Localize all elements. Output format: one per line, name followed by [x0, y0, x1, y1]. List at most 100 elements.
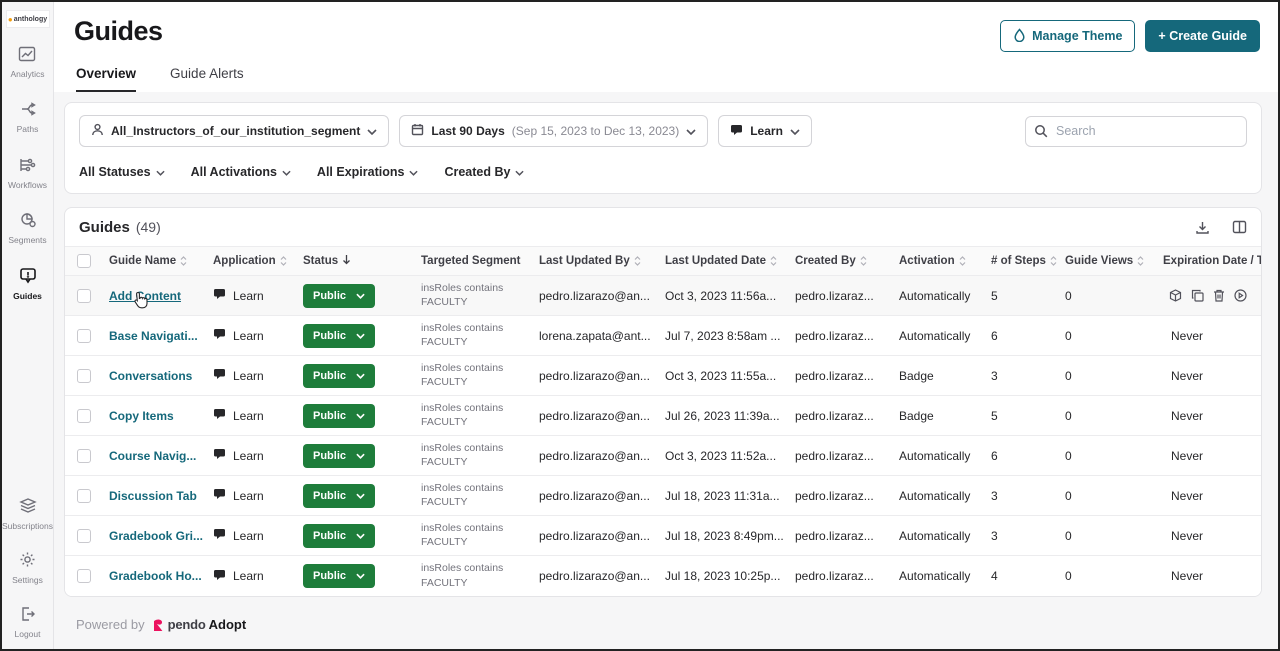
- status-dropdown[interactable]: Public: [303, 404, 375, 428]
- sort-icon: [959, 256, 966, 266]
- app-learn-icon: [213, 408, 226, 423]
- guide-views-cell: 0: [1059, 329, 1157, 343]
- trash-icon[interactable]: [1213, 289, 1225, 302]
- sidebar-item-paths[interactable]: Paths: [17, 101, 39, 134]
- table-row: Discussion Tab Learn Public insRoles con…: [65, 476, 1261, 516]
- guide-name-link[interactable]: Gradebook Gri...: [109, 529, 203, 543]
- guide-name-link[interactable]: Base Navigati...: [109, 329, 198, 343]
- col-header-status[interactable]: Status: [297, 254, 415, 268]
- col-header-last-updated-date[interactable]: Last Updated Date: [659, 255, 789, 267]
- steps-cell: 6: [985, 449, 1059, 463]
- app-learn-icon: [730, 124, 743, 139]
- sidebar-item-workflows[interactable]: Workflows: [8, 157, 47, 190]
- row-checkbox[interactable]: [77, 569, 91, 583]
- status-dropdown[interactable]: Public: [303, 324, 375, 348]
- last-updated-date-cell: Jul 18, 2023 10:25p...: [659, 569, 789, 583]
- sidebar-item-subscriptions[interactable]: Subscriptions: [2, 497, 53, 531]
- date-range-dropdown[interactable]: Last 90 Days (Sep 15, 2023 to Dec 13, 20…: [399, 115, 708, 147]
- guide-views-cell: 0: [1059, 369, 1157, 383]
- col-header-guide-views[interactable]: Guide Views: [1059, 255, 1157, 267]
- activation-cell: Automatically: [893, 329, 985, 343]
- status-dropdown[interactable]: Public: [303, 484, 375, 508]
- expiration-cell: Never: [1157, 489, 1261, 503]
- play-circle-icon[interactable]: [1234, 289, 1247, 302]
- last-updated-by-cell: pedro.lizarazo@an...: [533, 369, 659, 383]
- col-header-application[interactable]: Application: [207, 255, 297, 267]
- created-by-cell: pedro.lizaraz...: [789, 449, 893, 463]
- targeted-segment-cell: insRoles containsFACULTY: [415, 362, 533, 389]
- app-learn-icon: [213, 328, 226, 343]
- expirations-filter-dropdown[interactable]: All Expirations: [317, 165, 419, 179]
- tab-guide-alerts[interactable]: Guide Alerts: [170, 66, 244, 92]
- app-learn-icon: [213, 448, 226, 463]
- row-checkbox[interactable]: [77, 329, 91, 343]
- create-guide-button[interactable]: + Create Guide: [1145, 20, 1260, 52]
- guide-name-link[interactable]: Copy Items: [109, 409, 174, 423]
- powered-by-text: Powered by: [76, 617, 145, 632]
- sort-icon: [1137, 256, 1144, 266]
- guide-name-link[interactable]: Gradebook Ho...: [109, 569, 202, 583]
- search-icon: [1034, 124, 1048, 143]
- download-icon[interactable]: [1195, 220, 1210, 235]
- col-header-last-updated-by[interactable]: Last Updated By: [533, 255, 659, 267]
- segment-filter-dropdown[interactable]: All_Instructors_of_our_institution_segme…: [79, 115, 389, 147]
- tab-overview[interactable]: Overview: [76, 66, 136, 92]
- app-filter-dropdown[interactable]: Learn: [718, 115, 812, 147]
- status-dropdown[interactable]: Public: [303, 284, 375, 308]
- sort-icon: [1050, 256, 1057, 266]
- guide-name-link[interactable]: Discussion Tab: [109, 489, 197, 503]
- last-updated-by-cell: pedro.lizarazo@an...: [533, 569, 659, 583]
- status-dropdown[interactable]: Public: [303, 444, 375, 468]
- content-area: All_Instructors_of_our_institution_segme…: [54, 92, 1278, 649]
- row-checkbox[interactable]: [77, 289, 91, 303]
- manage-theme-button[interactable]: Manage Theme: [1000, 20, 1135, 52]
- statuses-filter-dropdown[interactable]: All Statuses: [79, 165, 165, 179]
- chevron-down-icon: [156, 165, 165, 179]
- select-all-checkbox[interactable]: [77, 254, 91, 268]
- col-header-expiration[interactable]: Expiration Date / T: [1157, 255, 1261, 267]
- guide-name-link[interactable]: Add Content: [109, 289, 181, 303]
- sidebar-item-analytics[interactable]: Analytics: [10, 46, 44, 79]
- search-input[interactable]: [1025, 116, 1247, 147]
- col-header-created-by[interactable]: Created By: [789, 255, 893, 267]
- created-by-cell: pedro.lizaraz...: [789, 289, 893, 303]
- sidebar-item-segments[interactable]: Segments: [8, 212, 46, 245]
- activations-filter-dropdown[interactable]: All Activations: [191, 165, 291, 179]
- row-checkbox[interactable]: [77, 529, 91, 543]
- package-icon[interactable]: [1169, 289, 1182, 302]
- chevron-down-icon: [515, 165, 524, 179]
- activation-cell: Badge: [893, 409, 985, 423]
- col-header-activation[interactable]: Activation: [893, 255, 985, 267]
- chevron-down-icon: [282, 165, 291, 179]
- status-dropdown[interactable]: Public: [303, 524, 375, 548]
- sort-icon: [180, 256, 187, 266]
- row-checkbox[interactable]: [77, 489, 91, 503]
- expiration-cell: Never: [1157, 329, 1261, 343]
- guide-name-link[interactable]: Course Navig...: [109, 449, 196, 463]
- paths-icon: [19, 101, 37, 122]
- col-header-guide-name[interactable]: Guide Name: [103, 255, 207, 267]
- table-row: Gradebook Gri... Learn Public insRoles c…: [65, 516, 1261, 556]
- sidebar-item-settings[interactable]: Settings: [12, 551, 43, 585]
- manage-columns-icon[interactable]: [1232, 220, 1247, 234]
- gear-icon: [19, 551, 36, 573]
- copy-icon[interactable]: [1191, 289, 1204, 302]
- row-checkbox[interactable]: [77, 449, 91, 463]
- status-dropdown[interactable]: Public: [303, 364, 375, 388]
- sidebar-item-guides[interactable]: Guides: [13, 267, 42, 301]
- date-range-detail: (Sep 15, 2023 to Dec 13, 2023): [512, 124, 679, 138]
- last-updated-by-cell: pedro.lizarazo@an...: [533, 489, 659, 503]
- row-checkbox[interactable]: [77, 369, 91, 383]
- sidebar-item-logout[interactable]: Logout: [15, 606, 41, 639]
- row-checkbox[interactable]: [77, 409, 91, 423]
- targeted-segment-cell: insRoles containsFACULTY: [415, 282, 533, 309]
- calendar-icon: [411, 123, 424, 139]
- col-header-targeted-segment[interactable]: Targeted Segment: [415, 255, 533, 267]
- steps-cell: 3: [985, 529, 1059, 543]
- guide-views-cell: 0: [1059, 529, 1157, 543]
- created-by-filter-dropdown[interactable]: Created By: [444, 165, 524, 179]
- status-dropdown[interactable]: Public: [303, 564, 375, 588]
- guide-name-link[interactable]: Conversations: [109, 369, 192, 383]
- table-header-row: Guide Name Application Status Targeted S…: [65, 246, 1261, 276]
- col-header-steps[interactable]: # of Steps: [985, 255, 1059, 267]
